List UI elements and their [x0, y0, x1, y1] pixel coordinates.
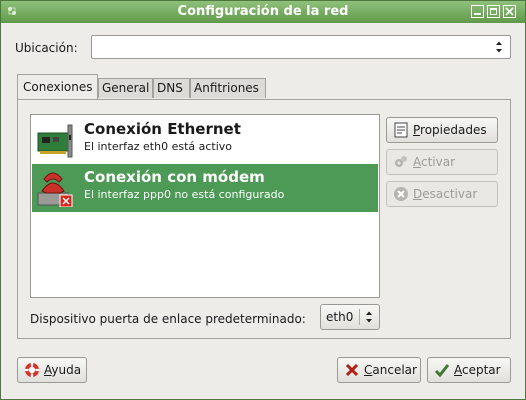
properties-button[interactable]: Propiedades [386, 117, 498, 143]
location-combo[interactable] [91, 35, 511, 59]
network-card-icon [36, 121, 76, 159]
help-label: Ayuda [44, 363, 82, 377]
accept-label: Aceptar [454, 363, 501, 377]
tab-conexiones[interactable]: Conexiones [17, 74, 98, 100]
tab-dns[interactable]: DNS [153, 78, 190, 98]
stop-icon [393, 186, 409, 202]
updown-arrow-icon [492, 39, 506, 55]
tab-general[interactable]: General [98, 78, 153, 98]
properties-label: Propiedades [413, 123, 487, 137]
connection-list[interactable]: Conexión Ethernet El interfaz eth0 está … [30, 114, 380, 298]
minimize-icon[interactable] [471, 5, 484, 18]
lifebuoy-icon [24, 362, 40, 378]
checkmark-icon [434, 362, 450, 378]
activate-label: Activar [413, 155, 456, 169]
deactivate-button[interactable]: Desactivar [386, 181, 498, 207]
list-item-ethernet[interactable]: Conexión Ethernet El interfaz eth0 está … [32, 116, 378, 164]
modem-phone-icon [36, 169, 76, 208]
tab-anfitriones[interactable]: Anfitriones [190, 78, 266, 98]
connection-description: El interfaz ppp0 no está configurado [84, 188, 285, 201]
cancel-button[interactable]: Cancelar [337, 357, 421, 383]
accept-button[interactable]: Aceptar [427, 357, 511, 383]
close-icon[interactable] [503, 5, 516, 18]
gateway-value: eth0 [326, 310, 354, 324]
help-button[interactable]: Ayuda [17, 357, 87, 383]
location-label: Ubicación: [15, 41, 78, 55]
gears-icon [393, 154, 409, 170]
connection-name: Conexión Ethernet [84, 120, 241, 138]
connection-description: El interfaz eth0 está activo [84, 140, 233, 153]
activate-button[interactable]: Activar [386, 149, 498, 175]
properties-icon [393, 122, 409, 138]
list-item-modem[interactable]: Conexión con módem El interfaz ppp0 no e… [32, 164, 378, 212]
cancel-x-icon [344, 362, 360, 378]
gateway-label: Dispositivo puerta de enlace predetermin… [30, 312, 306, 326]
gateway-device-combo[interactable]: eth0 [320, 304, 380, 330]
network-settings-window: Configuración de la red Ubicación: Conex… [0, 0, 526, 400]
deactivate-label: Desactivar [413, 187, 478, 201]
cancel-label: Cancelar [364, 363, 417, 377]
combo-separator [359, 309, 360, 325]
connections-panel: Conexión Ethernet El interfaz eth0 está … [17, 99, 511, 339]
maximize-icon[interactable] [487, 5, 500, 18]
updown-arrow-icon [363, 309, 375, 325]
connection-name: Conexión con módem [84, 168, 265, 186]
window-title: Configuración de la red [177, 4, 349, 19]
title-bar[interactable]: Configuración de la red [1, 1, 525, 23]
